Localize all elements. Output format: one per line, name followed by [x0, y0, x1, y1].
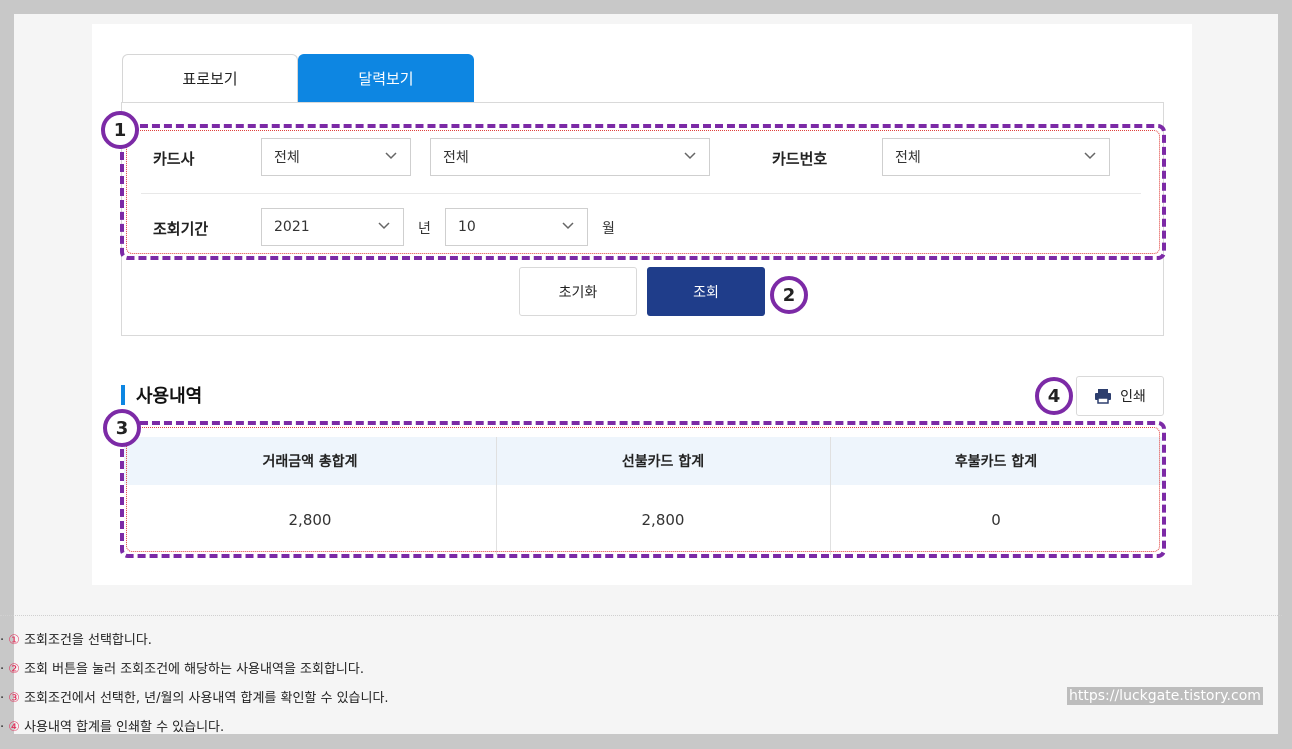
section-accent-bar: [121, 385, 125, 405]
annotation-marker-1: 1: [101, 111, 139, 149]
note-item: · ① 조회조건을 선택합니다.: [0, 629, 152, 648]
tab-calendar-view[interactable]: 달력보기: [298, 54, 474, 102]
annotation-marker-3: 3: [103, 409, 141, 447]
note-number: ④: [8, 720, 20, 735]
note-text: 조회 버튼을 눌러 조회조건에 해당하는 사용내역을 조회합니다.: [24, 662, 364, 677]
note-bullet: ·: [0, 633, 5, 648]
note-number: ①: [8, 633, 20, 648]
note-text: 조회조건을 선택합니다.: [24, 633, 152, 648]
note-bullet: ·: [0, 720, 5, 735]
note-text: 조회조건에서 선택한, 년/월의 사용내역 합계를 확인할 수 있습니다.: [24, 691, 389, 706]
search-button[interactable]: 조회: [647, 267, 765, 316]
printer-icon: [1095, 389, 1112, 404]
annotation-marker-4: 4: [1035, 377, 1073, 415]
print-label: 인쇄: [1120, 389, 1146, 405]
print-button[interactable]: 인쇄: [1076, 376, 1164, 416]
note-bullet: ·: [0, 662, 5, 677]
note-item: · ④ 사용내역 합계를 인쇄할 수 있습니다.: [0, 716, 224, 735]
note-number: ②: [8, 662, 20, 677]
note-number: ③: [8, 691, 20, 706]
note-text: 사용내역 합계를 인쇄할 수 있습니다.: [24, 720, 225, 735]
reset-button[interactable]: 초기화: [519, 267, 637, 316]
watermark: https://luckgate.tistory.com: [1067, 687, 1263, 705]
annotation-box-1: [120, 124, 1166, 260]
annotation-marker-2: 2: [770, 276, 808, 314]
note-item: · ② 조회 버튼을 눌러 조회조건에 해당하는 사용내역을 조회합니다.: [0, 658, 364, 677]
notes-separator: [0, 615, 1282, 616]
section-title: 사용내역: [136, 386, 203, 407]
note-item: · ③ 조회조건에서 선택한, 년/월의 사용내역 합계를 확인할 수 있습니다…: [0, 687, 389, 706]
tab-table-view[interactable]: 표로보기: [122, 54, 298, 102]
note-bullet: ·: [0, 691, 5, 706]
annotation-box-3: [120, 421, 1166, 558]
